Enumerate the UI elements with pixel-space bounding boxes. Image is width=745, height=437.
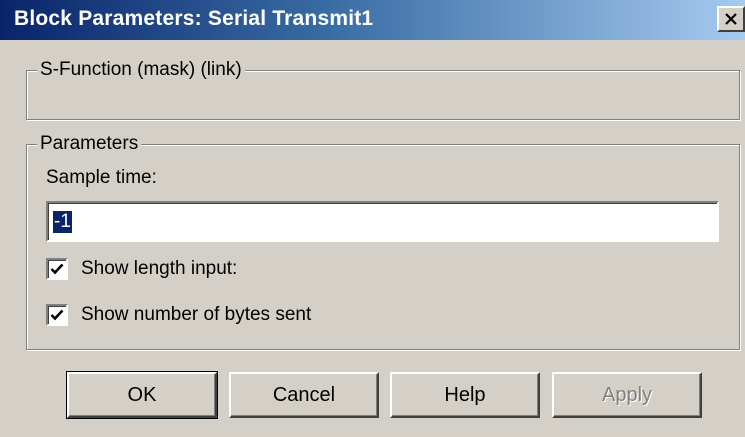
help-button[interactable]: Help bbox=[390, 372, 540, 418]
show-length-input-checkbox[interactable] bbox=[46, 258, 68, 280]
show-length-input-label: Show length input: bbox=[81, 258, 238, 279]
checkmark-icon bbox=[50, 309, 64, 321]
close-button[interactable] bbox=[717, 6, 745, 32]
block-parameters-dialog: Block Parameters: Serial Transmit1 S-Fun… bbox=[0, 0, 745, 437]
parameters-group-label: Parameters bbox=[37, 132, 142, 156]
apply-button[interactable]: Apply bbox=[552, 372, 702, 418]
ok-button[interactable]: OK bbox=[66, 371, 218, 419]
show-bytes-sent-checkbox[interactable] bbox=[46, 304, 68, 326]
show-bytes-sent-label: Show number of bytes sent bbox=[81, 304, 312, 325]
sample-time-value: -1 bbox=[53, 211, 72, 233]
title-bar[interactable]: Block Parameters: Serial Transmit1 bbox=[0, 0, 745, 40]
cancel-button[interactable]: Cancel bbox=[229, 372, 379, 418]
show-length-input-row[interactable]: Show length input: bbox=[46, 257, 237, 281]
show-bytes-sent-row[interactable]: Show number of bytes sent bbox=[46, 303, 311, 327]
sample-time-input[interactable]: -1 bbox=[46, 201, 719, 242]
sfunction-group-label: S-Function (mask) (link) bbox=[37, 58, 245, 82]
close-icon bbox=[725, 13, 737, 25]
window-title: Block Parameters: Serial Transmit1 bbox=[14, 7, 374, 30]
sfunction-group: S-Function (mask) (link) bbox=[26, 58, 740, 120]
sample-time-label: Sample time: bbox=[46, 167, 157, 188]
checkmark-icon bbox=[50, 263, 64, 275]
